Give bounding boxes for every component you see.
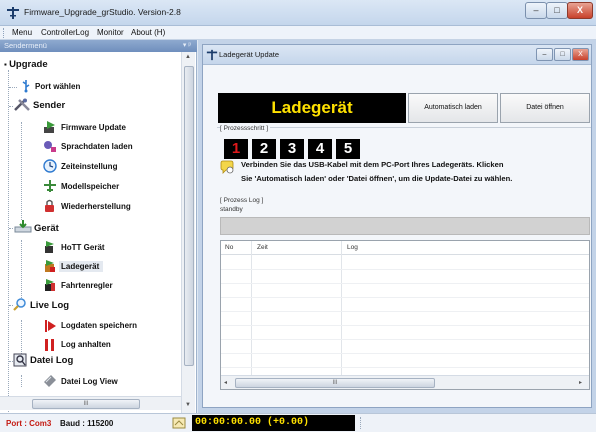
hott-device-icon [45,241,54,253]
sidebar-header-title: Sendermenü [4,41,47,50]
charger-icon [45,260,55,272]
sidebar-item-wiederherstellung[interactable]: Wiederherstellung [61,202,131,211]
menu-controllerlog[interactable]: ControllerLog [41,28,89,37]
document-app-icon [206,49,218,61]
progress-bar [220,217,590,235]
record-icon [45,320,56,332]
step-5-indicator: 5 [336,139,360,159]
scroll-down-icon[interactable]: ▼ [185,402,191,408]
sidebar-item-fahrtenregler[interactable]: Fahrtenregler [61,281,113,290]
sidebar-group-datei-log[interactable]: Datei Log [30,355,73,366]
sidebar-item-sprachdaten-laden[interactable]: Sprachdaten laden [61,142,133,151]
model-memory-icon [44,180,56,192]
elapsed-timer: 00:00:00.00 (+0.00) [192,415,355,431]
file-log-view-icon [44,375,56,387]
com-port-status: Port : Com3 [6,419,52,428]
device-download-icon [14,220,32,233]
log-table[interactable]: No Zeit Log ◂ III ▸ [220,240,590,390]
window-title: Firmware_Upgrade_grStudio. Version-2.8 [24,7,181,17]
step-2-indicator: 2 [252,139,276,159]
sidebar-header: Sendermenü ▾ ᵖ [0,40,197,52]
file-log-icon [13,353,27,367]
sidebar-vertical-scrollbar[interactable]: ▲ ▼ [181,52,195,413]
sidebar-item-zeiteinstellung[interactable]: Zeiteinstellung [61,162,117,171]
sidebar-item-ladegeraet[interactable]: Ladegerät [59,261,104,272]
document-close-button[interactable]: X [572,48,589,61]
stop-icon [45,339,54,351]
sidebar-item-hott-geraet[interactable]: HoTT Gerät [61,243,105,252]
process-log-label: [ Prozess Log ] [220,197,264,204]
document-title: Ladegerät Update [219,50,280,59]
sidebar-pin-icon[interactable]: ▾ ᵖ [183,40,191,52]
automatisch-laden-button[interactable]: Automatisch laden [408,93,498,123]
menu-about[interactable]: About (H) [131,28,165,37]
sidebar-item-port-waehlen[interactable]: Port wählen [35,82,80,91]
sidebar-horizontal-scrollbar[interactable]: III [0,396,181,410]
document-maximize-button[interactable]: □ [554,48,571,61]
sidebar-item-firmware-update[interactable]: Firmware Update [61,123,126,132]
speed-controller-icon [45,279,55,291]
statusbar-divider [360,417,366,429]
sidebar-item-logdaten-speichern[interactable]: Logdaten speichern [61,321,137,330]
app-logo-icon [7,7,19,19]
sidebar-group-geraet[interactable]: Gerät [34,223,59,234]
scroll-up-icon[interactable]: ▲ [185,54,191,60]
step-3-indicator: 3 [280,139,304,159]
scroll-right-icon[interactable]: ▸ [579,379,582,386]
log-table-header: No Zeit Log [221,241,589,255]
statusbar: Port : Com3 Baud : 115200 00:00:00.00 (+… [0,413,596,432]
step-1-indicator: 1 [224,139,248,159]
column-header-log[interactable]: Log [347,244,358,251]
sidebar-group-live-log[interactable]: Live Log [30,300,69,311]
clock-icon [43,159,57,173]
magnifier-icon [13,298,26,311]
connection-status-icon [172,417,186,429]
column-header-no[interactable]: No [225,244,233,251]
window-titlebar[interactable]: Firmware_Upgrade_grStudio. Version-2.8 –… [0,0,596,26]
sidebar-panel: Sendermenü ▾ ᵖ ▪ Upgrade Port wählen Sen… [0,40,197,420]
close-button[interactable]: X [567,2,593,19]
sidebar-item-log-anhalten[interactable]: Log anhalten [61,340,111,349]
log-hscroll-thumb[interactable]: III [235,378,435,388]
minimize-button[interactable]: – [525,2,547,19]
sidebar-item-datei-log-view[interactable]: Datei Log View [61,377,118,386]
mdi-workspace: Ladegerät Update – □ X Ladegerät Automat… [198,40,596,413]
step-4-indicator: 4 [308,139,332,159]
document-titlebar[interactable]: Ladegerät Update – □ X [203,45,591,65]
sidebar-vscroll-thumb[interactable] [184,66,194,366]
menubar-grip [3,28,6,38]
usb-icon [22,80,30,93]
maximize-button[interactable]: □ [546,2,568,19]
status-text: standby [220,206,243,213]
sidebar-group-sender[interactable]: Sender [33,100,65,111]
tools-icon [14,98,30,111]
info-message-icon [220,160,234,174]
instruction-line-2: Sie 'Automatisch laden' oder 'Datei öffn… [241,174,513,183]
sidebar-item-modellspeicher[interactable]: Modellspeicher [61,182,119,191]
process-step-label: [ Prozessschritt ] [220,125,271,132]
baud-rate-status: Baud : 115200 [60,419,114,428]
ladegeraet-update-window: Ladegerät Update – □ X Ladegerät Automat… [202,44,592,408]
sidebar-group-upgrade[interactable]: ▪ Upgrade [4,59,48,70]
firmware-update-icon [44,121,55,133]
document-minimize-button[interactable]: – [536,48,553,61]
menubar: Menu ControllerLog Monitor About (H) [0,26,596,40]
instruction-line-1: Verbinden Sie das USB-Kabel mit dem PC-P… [241,160,504,169]
menu-monitor[interactable]: Monitor [97,28,124,37]
menu-menu[interactable]: Menu [12,28,32,37]
datei-oeffnen-button[interactable]: Datei öffnen [500,93,590,123]
voice-data-icon [44,141,56,152]
device-name-display: Ladegerät [218,93,406,123]
column-header-zeit[interactable]: Zeit [257,244,268,251]
sidebar-hscroll-thumb[interactable]: III [32,399,140,409]
log-horizontal-scrollbar[interactable]: ◂ III ▸ [221,375,589,389]
restore-icon [45,199,54,212]
scroll-left-icon[interactable]: ◂ [224,379,227,386]
